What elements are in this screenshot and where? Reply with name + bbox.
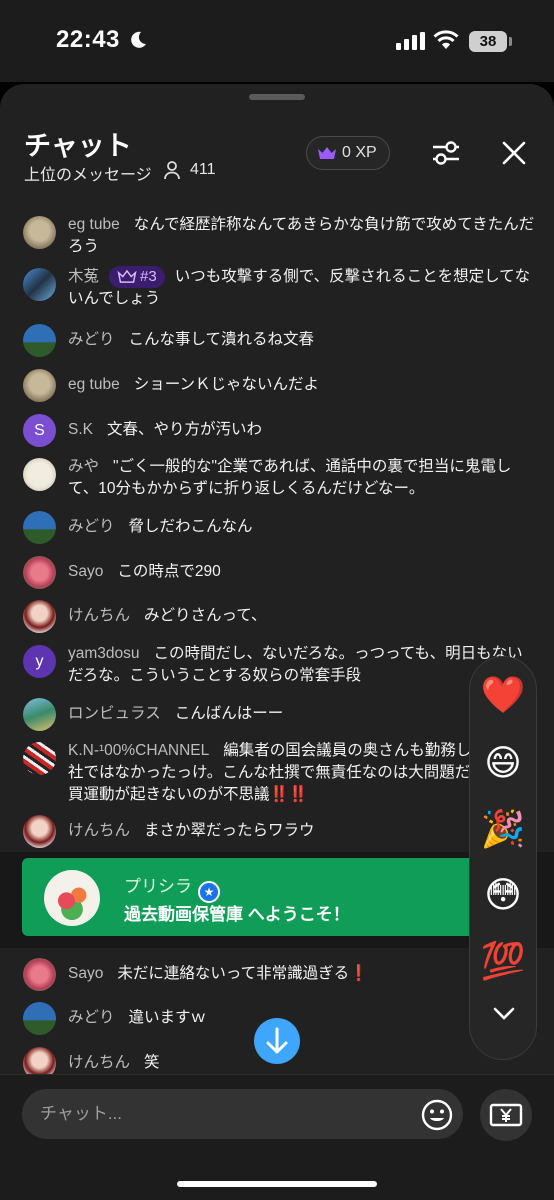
wifi-icon xyxy=(433,30,459,49)
avatar[interactable] xyxy=(23,556,56,589)
message-author[interactable]: みどり xyxy=(68,331,115,348)
message-text: みどりさんって、 xyxy=(144,607,267,624)
super-chat-button[interactable] xyxy=(480,1089,532,1141)
heart-reaction[interactable]: ❤️ xyxy=(470,675,536,715)
avatar[interactable] xyxy=(23,324,56,357)
avatar[interactable]: S xyxy=(23,414,56,447)
chat-title: チャット xyxy=(24,131,132,161)
avatar[interactable] xyxy=(23,1002,56,1035)
status-time: 22:43 xyxy=(56,26,120,53)
message-author[interactable]: みどり xyxy=(68,1009,115,1026)
viewer-count: 411 xyxy=(190,161,216,178)
message-text: なんで経歴詐称なんてあきらかな負け筋で攻めてきたんだろう xyxy=(68,216,535,255)
party-reaction[interactable]: 🎉 xyxy=(470,809,536,849)
banner-author: プリシラ xyxy=(124,877,192,896)
message-author[interactable]: みどり xyxy=(68,518,115,535)
avatar[interactable] xyxy=(23,216,56,249)
chat-mode-selector[interactable]: 上位のメッセージ xyxy=(24,161,152,185)
message-author[interactable]: けんちん xyxy=(68,1054,130,1071)
message-text: 未だに連絡ないって非常識過ぎる❗ xyxy=(117,965,369,982)
message-author[interactable]: Sayo xyxy=(68,965,103,982)
banner-text: 過去動画保管庫 へようこそ！ xyxy=(124,905,350,924)
avatar[interactable] xyxy=(23,698,56,731)
signal-icon xyxy=(396,32,425,50)
message-text: まさか翠だったらワラウ xyxy=(144,822,315,839)
message-author[interactable]: ロンビュラス xyxy=(68,705,161,722)
flushed-reaction[interactable]: 😳 xyxy=(470,875,536,915)
arrow-down-icon xyxy=(266,1027,288,1054)
person-icon xyxy=(164,161,180,180)
message-text: 笑 xyxy=(144,1054,160,1071)
status-bar: 22:43 38 xyxy=(0,0,554,82)
chat-sheet: チャット 上位のメッセージ 411 0 XP eg tube なんで経歴詐称なんて… xyxy=(0,84,554,1200)
message-author[interactable]: eg tube xyxy=(68,216,120,233)
close-icon[interactable] xyxy=(501,140,527,166)
avatar[interactable] xyxy=(23,511,56,544)
message-author[interactable]: けんちん xyxy=(68,822,130,839)
moon-icon xyxy=(131,31,146,48)
chat-input[interactable] xyxy=(22,1089,463,1139)
avatar[interactable] xyxy=(23,958,56,991)
xp-label: 0 XP xyxy=(342,144,377,161)
hundred-reaction[interactable]: 💯 xyxy=(470,941,536,981)
message-author[interactable]: Sayo xyxy=(68,563,103,580)
message-author[interactable]: 木菟 xyxy=(68,268,99,285)
avatar xyxy=(44,870,100,926)
message-text: この時点で290 xyxy=(117,563,221,580)
avatar[interactable]: y xyxy=(23,645,56,678)
emoji-icon[interactable] xyxy=(420,1098,454,1132)
xp-button[interactable]: 0 XP xyxy=(306,136,390,170)
scroll-to-bottom-button[interactable] xyxy=(254,1018,300,1064)
avatar[interactable] xyxy=(23,600,56,633)
yen-note-icon xyxy=(489,1103,523,1127)
message-author[interactable]: eg tube xyxy=(68,376,120,393)
home-indicator xyxy=(177,1181,377,1187)
rank-badge-text: #3 xyxy=(140,268,157,285)
message-text: ショーンＫじゃないんだよ xyxy=(133,376,319,393)
avatar[interactable] xyxy=(23,1047,56,1077)
crown-icon xyxy=(318,147,336,159)
message-author[interactable]: けんちん xyxy=(68,607,130,624)
message-author[interactable]: S.K xyxy=(68,421,93,438)
message-text: 文春、やり方が汚いわ xyxy=(106,421,262,438)
grin-reaction[interactable]: 😄 xyxy=(470,743,536,783)
avatar[interactable] xyxy=(23,458,56,491)
sheet-grabber[interactable] xyxy=(249,94,305,100)
crown-icon xyxy=(117,269,137,283)
avatar[interactable] xyxy=(23,268,56,301)
rank-badge: #3 xyxy=(109,266,165,288)
message-text: 違いますｗ xyxy=(128,1009,207,1026)
message-text: "ごく一般的な"企業であれば、通話中の裏で担当に鬼電して、10分もかからずに折り… xyxy=(68,458,512,497)
avatar[interactable] xyxy=(23,742,56,775)
avatar[interactable] xyxy=(23,369,56,402)
message-author[interactable]: みや xyxy=(68,458,99,475)
welcome-banner[interactable]: プリシラ ★ 過去動画保管庫 へようこそ！ xyxy=(22,858,532,936)
chevron-down-icon[interactable] xyxy=(493,1007,515,1021)
battery-cap xyxy=(509,37,512,46)
message-author[interactable]: K.N-¹00%CHANNEL xyxy=(68,742,209,759)
avatar[interactable] xyxy=(23,815,56,848)
message-text: こんばんはーー xyxy=(174,705,284,722)
battery-indicator: 38 xyxy=(469,31,507,52)
sliders-icon[interactable] xyxy=(430,138,462,168)
message-author[interactable]: yam3dosu xyxy=(68,645,140,662)
message-text: 脅しだわこんなん xyxy=(128,518,253,535)
reaction-picker: ❤️ 😄 🎉 😳 💯 xyxy=(469,656,537,1060)
message-text: こんな事して潰れるね文春 xyxy=(128,331,315,348)
